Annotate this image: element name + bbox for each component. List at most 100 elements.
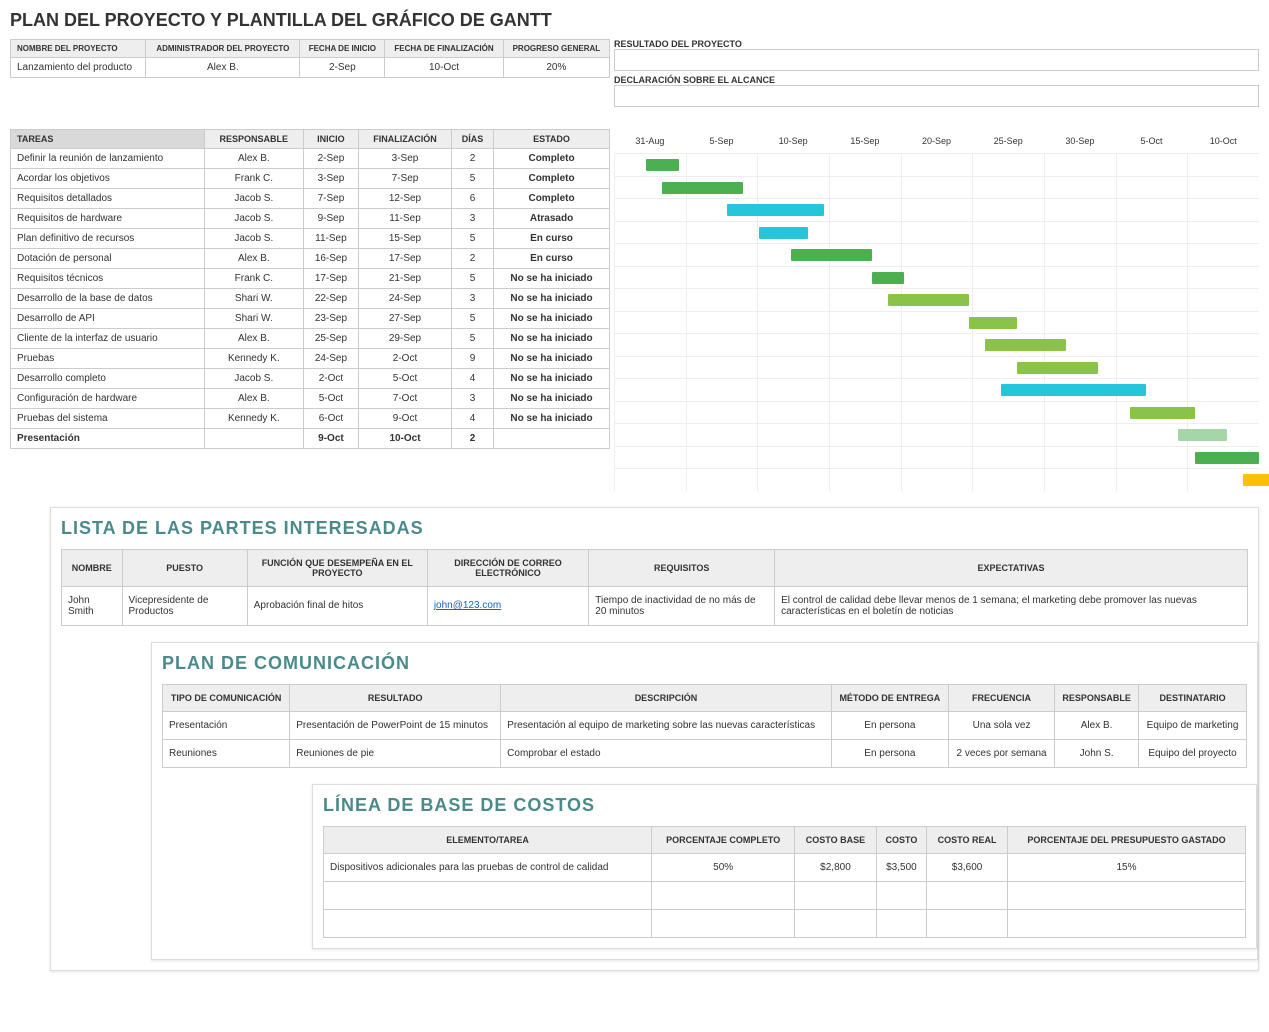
- gantt-bar: [791, 249, 872, 261]
- tasks-col: DÍAS: [452, 130, 494, 149]
- table-row: Requisitos técnicosFrank C.17-Sep21-Sep5…: [11, 269, 610, 289]
- task-cell: 24-Sep: [303, 349, 358, 369]
- gantt-row: [614, 221, 1259, 244]
- task-cell: Frank C.: [204, 269, 303, 289]
- task-cell: Desarrollo completo: [11, 369, 205, 389]
- comm-col: DESTINATARIO: [1139, 684, 1247, 711]
- task-cell: No se ha iniciado: [494, 369, 610, 389]
- stake-cell: Tiempo de inactividad de no más de 20 mi…: [589, 586, 775, 625]
- table-row: ReunionesReuniones de pieComprobar el es…: [163, 739, 1247, 767]
- task-cell: Shari W.: [204, 289, 303, 309]
- table-row: Desarrollo de APIShari W.23-Sep27-Sep5No…: [11, 309, 610, 329]
- task-cell: Atrasado: [494, 209, 610, 229]
- task-cell: 17-Sep: [303, 269, 358, 289]
- hdr-val-prog: 20%: [503, 58, 609, 78]
- task-cell: Alex B.: [204, 389, 303, 409]
- stakeholders-card: LISTA DE LAS PARTES INTERESADAS NOMBREPU…: [50, 507, 1259, 971]
- gantt-row: [614, 153, 1259, 176]
- task-cell: 11-Sep: [358, 209, 451, 229]
- task-cell: Alex B.: [204, 149, 303, 169]
- gantt-date: 10-Sep: [757, 136, 829, 146]
- table-row: PresentaciónPresentación de PowerPoint d…: [163, 711, 1247, 739]
- tasks-col: RESPONSABLE: [204, 130, 303, 149]
- project-header-table: NOMBRE DEL PROYECTO ADMINISTRADOR DEL PR…: [10, 39, 610, 78]
- cost-col: PORCENTAJE DEL PRESUPUESTO GASTADO: [1008, 826, 1246, 853]
- comm-cell: En persona: [831, 711, 948, 739]
- stake-col: NOMBRE: [62, 549, 123, 586]
- gantt-row: [614, 356, 1259, 379]
- task-cell: Jacob S.: [204, 369, 303, 389]
- gantt-row: [614, 266, 1259, 289]
- task-cell: 9: [452, 349, 494, 369]
- hdr-val-admin: Alex B.: [146, 58, 300, 78]
- table-row: Configuración de hardwareAlex B.5-Oct7-O…: [11, 389, 610, 409]
- task-cell: 21-Sep: [358, 269, 451, 289]
- page-title: PLAN DEL PROYECTO Y PLANTILLA DEL GRÁFIC…: [10, 10, 1259, 31]
- task-cell: 7-Sep: [303, 189, 358, 209]
- task-cell: Acordar los objetivos: [11, 169, 205, 189]
- task-cell: Jacob S.: [204, 209, 303, 229]
- scope-label: DECLARACIÓN SOBRE EL ALCANCE: [614, 75, 1259, 85]
- task-cell: No se ha iniciado: [494, 409, 610, 429]
- gantt-bar: [1243, 474, 1269, 486]
- stake-col: DIRECCIÓN DE CORREO ELECTRÓNICO: [427, 549, 588, 586]
- result-label: RESULTADO DEL PROYECTO: [614, 39, 1259, 49]
- email-link[interactable]: john@123.com: [434, 600, 501, 611]
- comm-cell: Presentación al equipo de marketing sobr…: [501, 711, 832, 739]
- task-cell: 5: [452, 269, 494, 289]
- table-row: PruebasKennedy K.24-Sep2-Oct9No se ha in…: [11, 349, 610, 369]
- stake-cell: Aprobación final de hitos: [247, 586, 427, 625]
- gantt-row: [614, 468, 1259, 491]
- task-cell: 7-Oct: [358, 389, 451, 409]
- result-box[interactable]: [614, 49, 1259, 71]
- table-row: Dotación de personalAlex B.16-Sep17-Sep2…: [11, 249, 610, 269]
- task-cell: 27-Sep: [358, 309, 451, 329]
- gantt-bar: [872, 272, 904, 284]
- task-cell: 3: [452, 389, 494, 409]
- cost-cell: Dispositivos adicionales para las prueba…: [324, 853, 652, 881]
- task-cell: Configuración de hardware: [11, 389, 205, 409]
- table-row: Presentación9-Oct10-Oct2: [11, 429, 610, 449]
- communication-card: PLAN DE COMUNICACIÓN TIPO DE COMUNICACIÓ…: [151, 642, 1258, 960]
- cost-cell: 50%: [652, 853, 795, 881]
- task-cell: 3: [452, 289, 494, 309]
- communication-table: TIPO DE COMUNICACIÓNRESULTADODESCRIPCIÓN…: [162, 684, 1247, 768]
- comm-cell: Comprobar el estado: [501, 739, 832, 767]
- gantt-date: 20-Sep: [901, 136, 973, 146]
- cost-title: LÍNEA DE BASE DE COSTOS: [313, 795, 1256, 816]
- cost-col: COSTO REAL: [927, 826, 1008, 853]
- table-row: Plan definitivo de recursosJacob S.11-Se…: [11, 229, 610, 249]
- table-row: Desarrollo de la base de datosShari W.22…: [11, 289, 610, 309]
- task-cell: 2: [452, 249, 494, 269]
- comm-cell: En persona: [831, 739, 948, 767]
- table-row: Definir la reunión de lanzamientoAlex B.…: [11, 149, 610, 169]
- gantt-bar: [1195, 452, 1260, 464]
- comm-cell: Presentación de PowerPoint de 15 minutos: [290, 711, 501, 739]
- task-cell: Presentación: [11, 429, 205, 449]
- task-cell: 9-Sep: [303, 209, 358, 229]
- table-row: Desarrollo completoJacob S.2-Oct5-Oct4No…: [11, 369, 610, 389]
- task-cell: 3: [452, 209, 494, 229]
- gantt-bar: [1130, 407, 1195, 419]
- table-row: Acordar los objetivosFrank C.3-Sep7-Sep5…: [11, 169, 610, 189]
- cost-col: PORCENTAJE COMPLETO: [652, 826, 795, 853]
- comm-col: MÉTODO DE ENTREGA: [831, 684, 948, 711]
- cost-cell: 15%: [1008, 853, 1246, 881]
- task-cell: 5-Oct: [358, 369, 451, 389]
- task-cell: 3-Sep: [303, 169, 358, 189]
- task-cell: 12-Sep: [358, 189, 451, 209]
- tasks-table: TAREASRESPONSABLEINICIOFINALIZACIÓNDÍASE…: [10, 129, 610, 449]
- task-cell: Alex B.: [204, 249, 303, 269]
- gantt-bar: [1001, 384, 1146, 396]
- task-cell: 16-Sep: [303, 249, 358, 269]
- task-cell: 2-Sep: [303, 149, 358, 169]
- comm-col: TIPO DE COMUNICACIÓN: [163, 684, 290, 711]
- cost-table: ELEMENTO/TAREAPORCENTAJE COMPLETOCOSTO B…: [323, 826, 1246, 938]
- gantt-row: [614, 288, 1259, 311]
- task-cell: Plan definitivo de recursos: [11, 229, 205, 249]
- gantt-date: 30-Sep: [1044, 136, 1116, 146]
- gantt-date: 10-Oct: [1187, 136, 1259, 146]
- scope-box[interactable]: [614, 85, 1259, 107]
- task-cell: No se ha iniciado: [494, 389, 610, 409]
- hdr-col-start: FECHA DE INICIO: [300, 40, 385, 58]
